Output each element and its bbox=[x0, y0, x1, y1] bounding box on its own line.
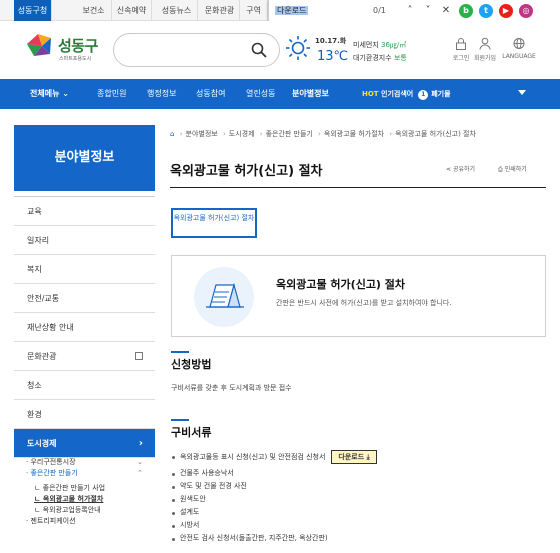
sidebar-item-culture[interactable]: 문화관광 bbox=[14, 342, 155, 371]
sidebar-item-safety[interactable]: 안전/교통 bbox=[14, 284, 155, 313]
share-icon: ⋖ bbox=[446, 166, 452, 173]
apply-method-text: 구비서류를 갖춘 후 도시계획과 방문 접수 bbox=[171, 384, 292, 392]
sidebar-item-city-economy[interactable]: 도시경제 › bbox=[14, 429, 155, 458]
all-menu-button[interactable]: 전체메뉴 ⌄ bbox=[30, 79, 69, 109]
dropdown-arrow-icon[interactable] bbox=[518, 90, 526, 95]
section-title-documents: 구비서류 bbox=[171, 426, 212, 439]
info-description: 간판은 반드시 사전에 허가(신고)를 받고 설치하여야 합니다. bbox=[276, 299, 452, 307]
breadcrumb-item[interactable]: 좋은간판 만들기 bbox=[266, 130, 313, 138]
youtube-icon[interactable]: ▶ bbox=[499, 4, 513, 18]
sidebar-title: 분야별정보 bbox=[14, 125, 155, 191]
instagram-icon[interactable]: ◎ bbox=[519, 4, 533, 18]
find-prev-button[interactable]: ˄ bbox=[403, 3, 417, 18]
home-icon[interactable]: ⌂ bbox=[170, 130, 174, 138]
breadcrumb-item[interactable]: 옥외광고물 허가절차 bbox=[324, 130, 384, 138]
nav-admin-info[interactable]: 행정정보 bbox=[147, 79, 176, 109]
blog-icon[interactable]: b bbox=[459, 4, 473, 18]
sidebar-item-environment[interactable]: 환경 bbox=[14, 400, 155, 429]
sidebar-item-welfare[interactable]: 복지 bbox=[14, 255, 155, 284]
breadcrumb-item[interactable]: 옥외광고물 허가(신고) 절차 bbox=[395, 130, 476, 138]
chevron-down-icon: ⌄ bbox=[62, 89, 69, 98]
section-accent bbox=[171, 419, 189, 421]
logo-tagline: 스마트포용도시 bbox=[59, 56, 92, 62]
share-button[interactable]: ⋖ 공유하기 bbox=[446, 164, 475, 173]
search-icon[interactable] bbox=[251, 42, 267, 58]
sidebar-item-jobs[interactable]: 일자리 bbox=[14, 226, 155, 255]
find-count: 0/1 bbox=[373, 6, 386, 15]
signup-button[interactable]: 회원가입 bbox=[467, 37, 503, 62]
title-divider bbox=[170, 187, 546, 188]
section-accent bbox=[171, 351, 189, 353]
user-icon bbox=[479, 37, 491, 50]
page-title: 옥외광고물 허가(신고) 절차 bbox=[170, 164, 323, 179]
section-title-apply: 신청방법 bbox=[171, 358, 212, 371]
download-icon: ⤓ bbox=[366, 453, 370, 461]
breadcrumb-item[interactable]: 분야별정보 bbox=[186, 130, 218, 138]
tab-quick-reservation[interactable]: 신속예약 bbox=[112, 0, 152, 21]
weather-temperature: 13℃ bbox=[317, 49, 349, 64]
sidebar-item-cleaning[interactable]: 청소 bbox=[14, 371, 155, 400]
submenu-item-permit-process[interactable]: ㄴ 옥외광고물 허가절차 bbox=[14, 494, 155, 505]
search-input[interactable] bbox=[113, 33, 280, 67]
list-item: 설계도 bbox=[171, 506, 377, 519]
nav-open-seongdong[interactable]: 열린성동 bbox=[246, 79, 275, 109]
submenu-item-sign-project[interactable]: ㄴ 좋은간판 만들기 사업 bbox=[14, 483, 155, 494]
list-item: 원색도안 bbox=[171, 493, 377, 506]
info-box: 옥외광고물 허가(신고) 절차 간판은 반드시 사전에 허가(신고)를 받고 설… bbox=[171, 255, 546, 337]
list-item: 옥외광고물등 표시 신청(신고) 및 안전점검 신청서 다운로드 ⤓ bbox=[171, 450, 377, 467]
nav-civil-service[interactable]: 종합민원 bbox=[97, 79, 126, 109]
sidebar-item-education[interactable]: 교육 bbox=[14, 197, 155, 226]
breadcrumb-item[interactable]: 도시경제 bbox=[229, 130, 255, 138]
printer-icon: ⎙ bbox=[498, 166, 503, 173]
nav-field-info[interactable]: 분야별정보 bbox=[292, 79, 329, 109]
find-bar: 다운로드 0/1 ˄ ˅ ✕ b t ▶ ◎ bbox=[268, 0, 560, 21]
list-item: 안전도 검사 신청서(돌출간판, 지주간판, 옥상간판) bbox=[171, 532, 377, 545]
print-button[interactable]: ⎙ 인쇄하기 bbox=[498, 164, 527, 174]
sidebar-item-disaster[interactable]: 재난상황 안내 bbox=[14, 313, 155, 342]
twitter-icon[interactable]: t bbox=[479, 4, 493, 18]
popular-search[interactable]: HOT 인기검색어 1 폐기물 bbox=[362, 79, 451, 109]
billboard-icon bbox=[206, 282, 244, 308]
chevron-right-icon: › bbox=[138, 438, 143, 449]
language-button[interactable]: LANGUAGE bbox=[501, 37, 537, 60]
info-title: 옥외광고물 허가(신고) 절차 bbox=[276, 278, 406, 291]
submenu-item-registration[interactable]: ㄴ 옥외광고업등록안내 bbox=[14, 505, 155, 516]
find-close-button[interactable]: ✕ bbox=[439, 3, 453, 18]
seongdong-logo-icon[interactable] bbox=[24, 32, 54, 58]
sidebar-menu: 교육 일자리 복지 안전/교통 재난상황 안내 문화관광 청소 환경 도시경제 › bbox=[14, 196, 155, 458]
tab-seongdong-office[interactable]: 성동구청 bbox=[14, 0, 52, 21]
sidebar-submenu: · 우리구전통시장 ⌄ · 좋은간판 만들기 ⌃ ㄴ 좋은간판 만들기 사업 ㄴ 옥… bbox=[14, 457, 155, 527]
air-quality: 미세먼지 36㎍/㎥ 대기환경지수 보통 bbox=[353, 41, 407, 62]
list-item: 약도 및 건물 전경 사진 bbox=[171, 480, 377, 493]
submenu-item-good-sign[interactable]: · 좋은간판 만들기 ⌃ bbox=[14, 468, 155, 479]
header: 성동구 스마트포용도시 10.17.화 13℃ 미세먼지 36㎍/㎥ 대기환경지… bbox=[0, 21, 560, 79]
find-next-button[interactable]: ˅ bbox=[421, 3, 435, 18]
list-item: 건물주 사용승낙서 bbox=[171, 467, 377, 480]
breadcrumb: ⌂ › 분야별정보 › 도시경제 › 좋은간판 만들기 › 옥외광고물 허가절차 › 옥외… bbox=[170, 130, 476, 138]
nav-participation[interactable]: 성동참여 bbox=[196, 79, 225, 109]
chevron-down-icon: ⌄ bbox=[137, 458, 143, 466]
download-button[interactable]: 다운로드 ⤓ bbox=[331, 450, 377, 464]
chevron-up-icon: ⌃ bbox=[137, 469, 143, 477]
sun-icon bbox=[286, 36, 310, 60]
info-illustration bbox=[194, 267, 254, 327]
weather-date: 10.17.화 bbox=[315, 37, 347, 45]
tab-district[interactable]: 구역 bbox=[240, 0, 268, 21]
documents-list: 옥외광고물등 표시 신청(신고) 및 안전점검 신청서 다운로드 ⤓ 건물주 사용… bbox=[171, 450, 377, 545]
tab-culture[interactable]: 문화관광 bbox=[200, 0, 240, 21]
lock-icon bbox=[456, 38, 466, 50]
globe-icon bbox=[513, 38, 525, 49]
external-link-icon bbox=[135, 352, 143, 360]
submenu-item-market[interactable]: · 우리구전통시장 ⌄ bbox=[14, 457, 155, 468]
logo-name[interactable]: 성동구 bbox=[58, 35, 98, 56]
tab-permit-process[interactable]: 옥외광고물 허가(신고) 절차 bbox=[171, 208, 257, 238]
main-navigation: 전체메뉴 ⌄ 종합민원 행정정보 성동참여 열린성동 분야별정보 HOT 인기검… bbox=[0, 79, 560, 109]
list-item: 시방서 bbox=[171, 519, 377, 532]
tab-news[interactable]: 성동뉴스 bbox=[156, 0, 198, 21]
submenu-item-gentrification[interactable]: · 젠트리피케이션 bbox=[14, 516, 155, 527]
tab-health-center[interactable]: 보건소 bbox=[76, 0, 112, 21]
